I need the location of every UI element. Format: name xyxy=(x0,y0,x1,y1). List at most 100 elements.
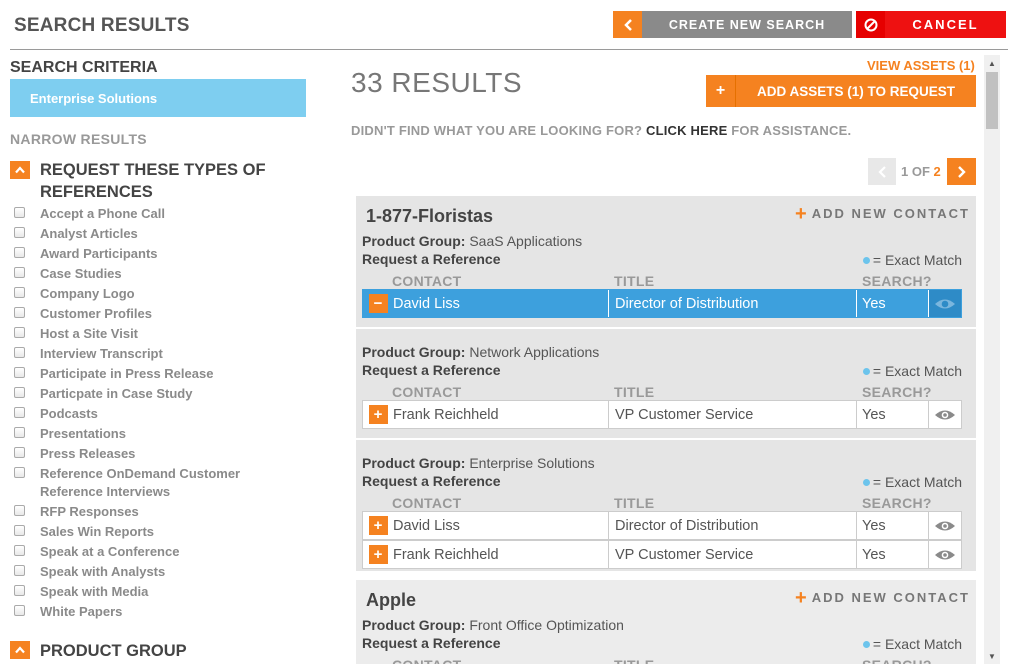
filter-item[interactable]: Host a Site Visit xyxy=(14,325,304,345)
scroll-down-arrow-icon[interactable]: ▼ xyxy=(984,648,1000,664)
collapse-product-group-toggle[interactable] xyxy=(10,641,30,659)
view-contact-button[interactable] xyxy=(929,401,961,428)
plus-icon[interactable]: + xyxy=(368,516,388,535)
pager-next-button[interactable] xyxy=(947,158,976,185)
product-group-label: Product Group: xyxy=(362,344,466,360)
col-contact: CONTACT xyxy=(392,384,462,400)
filter-item[interactable]: Podcasts xyxy=(14,405,304,425)
col-title: TITLE xyxy=(614,384,655,400)
checkbox[interactable] xyxy=(14,327,25,338)
filter-item[interactable]: Customer Profiles xyxy=(14,305,304,325)
contact-row[interactable]: − David Liss Director of Distribution Ye… xyxy=(362,289,962,318)
checkbox[interactable] xyxy=(14,207,25,218)
add-new-contact-link[interactable]: + ADD NEW CONTACT xyxy=(795,588,970,608)
contact-search: Yes xyxy=(857,512,929,539)
exact-match-label: = Exact Match xyxy=(872,636,962,652)
filter-item[interactable]: Accept a Phone Call xyxy=(14,205,304,225)
filter-item[interactable]: Analyst Articles xyxy=(14,225,304,245)
checkbox[interactable] xyxy=(14,247,25,258)
filter-item[interactable]: RFP Responses xyxy=(14,503,304,523)
reference-types-title: REQUEST THESE TYPES OF REFERENCES xyxy=(40,161,266,201)
view-contact-button[interactable] xyxy=(929,290,961,317)
filter-item[interactable]: Sales Win Reports xyxy=(14,523,304,543)
checkbox[interactable] xyxy=(14,367,25,378)
checkbox[interactable] xyxy=(14,447,25,458)
chevron-left-icon xyxy=(623,18,632,31)
contact-title: Director of Distribution xyxy=(609,512,857,539)
view-contact-button[interactable] xyxy=(929,541,961,568)
chevron-right-icon xyxy=(958,165,966,178)
checkbox[interactable] xyxy=(14,605,25,616)
request-reference-label: Request a Reference xyxy=(362,473,501,489)
contact-name: David Liss xyxy=(393,512,609,539)
search-criteria-title: SEARCH CRITERIA xyxy=(10,59,158,76)
request-reference-label: Request a Reference xyxy=(362,251,501,267)
filter-item[interactable]: Participate in Press Release xyxy=(14,365,304,385)
checkbox[interactable] xyxy=(14,585,25,596)
filter-item[interactable]: Case Studies xyxy=(14,265,304,285)
plus-icon[interactable]: + xyxy=(368,545,388,564)
filter-label: Customer Profiles xyxy=(40,306,152,321)
row-toggle-cell: + xyxy=(363,541,393,568)
filter-item[interactable]: Presentations xyxy=(14,425,304,445)
contact-title: Director of Distribution xyxy=(609,290,857,317)
filter-item[interactable]: Speak with Media xyxy=(14,583,304,603)
checkbox[interactable] xyxy=(14,387,25,398)
cancel-icon-button[interactable] xyxy=(856,11,885,38)
filter-item[interactable]: Interview Transcript xyxy=(14,345,304,365)
filter-label: Podcasts xyxy=(40,406,98,421)
scrollbar[interactable]: ▲ ▼ xyxy=(984,55,1000,664)
add-new-contact-link[interactable]: + ADD NEW CONTACT xyxy=(795,202,970,225)
filter-item[interactable]: Award Participants xyxy=(14,245,304,265)
filter-item[interactable]: White Papers xyxy=(14,603,304,623)
exact-match-dot-icon xyxy=(862,367,870,375)
checkbox[interactable] xyxy=(14,427,25,438)
filter-item[interactable]: Company Logo xyxy=(14,285,304,305)
collapse-reference-types-toggle[interactable] xyxy=(10,161,30,179)
checkbox[interactable] xyxy=(14,307,25,318)
company-block: Apple + ADD NEW CONTACT Product Group: Fr… xyxy=(356,580,976,664)
assist-suffix: FOR ASSISTANCE. xyxy=(731,123,852,138)
create-new-search-button[interactable]: CREATE NEW SEARCH xyxy=(642,11,852,38)
checkbox[interactable] xyxy=(14,267,25,278)
exact-match-label: = Exact Match xyxy=(872,474,962,490)
plus-icon[interactable]: + xyxy=(368,405,388,424)
checkbox[interactable] xyxy=(14,407,25,418)
contact-row[interactable]: + Frank Reichheld VP Customer Service Ye… xyxy=(362,400,962,429)
cancel-button[interactable]: CANCEL xyxy=(885,11,1006,38)
scroll-up-arrow-icon[interactable]: ▲ xyxy=(984,55,1000,71)
pager-prev-button[interactable] xyxy=(868,158,896,185)
checkbox[interactable] xyxy=(14,347,25,358)
checkbox[interactable] xyxy=(14,545,25,556)
filter-item[interactable]: Reference OnDemand Customer Reference In… xyxy=(14,465,304,503)
product-group-value: Front Office Optimization xyxy=(469,617,624,633)
checkbox[interactable] xyxy=(14,525,25,536)
filter-item[interactable]: Press Releases xyxy=(14,445,304,465)
row-toggle-cell: + xyxy=(363,512,393,539)
product-group-label: Product Group: xyxy=(362,455,466,471)
contact-row[interactable]: + David Liss Director of Distribution Ye… xyxy=(362,511,962,540)
plus-icon[interactable]: + xyxy=(706,75,736,107)
checkbox[interactable] xyxy=(14,565,25,576)
filter-label: Speak at a Conference xyxy=(40,544,180,559)
plus-icon: + xyxy=(795,202,807,225)
checkbox[interactable] xyxy=(14,227,25,238)
back-button[interactable] xyxy=(613,11,642,38)
group-divider xyxy=(356,327,976,329)
scroll-thumb[interactable] xyxy=(986,72,998,129)
view-contact-button[interactable] xyxy=(929,512,961,539)
contact-row[interactable]: + Frank Reichheld VP Customer Service Ye… xyxy=(362,540,962,569)
click-here-link[interactable]: CLICK HERE xyxy=(646,123,727,138)
assistance-line: DIDN'T FIND WHAT YOU ARE LOOKING FOR? CL… xyxy=(351,123,851,138)
view-assets-link[interactable]: VIEW ASSETS (1) xyxy=(867,58,975,73)
company-block: 1-877-Floristas + ADD NEW CONTACT Product… xyxy=(356,196,976,571)
filter-item[interactable]: Speak with Analysts xyxy=(14,563,304,583)
filter-item[interactable]: Particpate in Case Study xyxy=(14,385,304,405)
checkbox[interactable] xyxy=(14,287,25,298)
minus-icon[interactable]: − xyxy=(368,294,388,313)
search-criteria-value[interactable]: Enterprise Solutions xyxy=(10,79,306,117)
checkbox[interactable] xyxy=(14,467,25,478)
checkbox[interactable] xyxy=(14,505,25,516)
add-assets-button[interactable]: ADD ASSETS (1) TO REQUEST xyxy=(736,75,976,107)
filter-item[interactable]: Speak at a Conference xyxy=(14,543,304,563)
